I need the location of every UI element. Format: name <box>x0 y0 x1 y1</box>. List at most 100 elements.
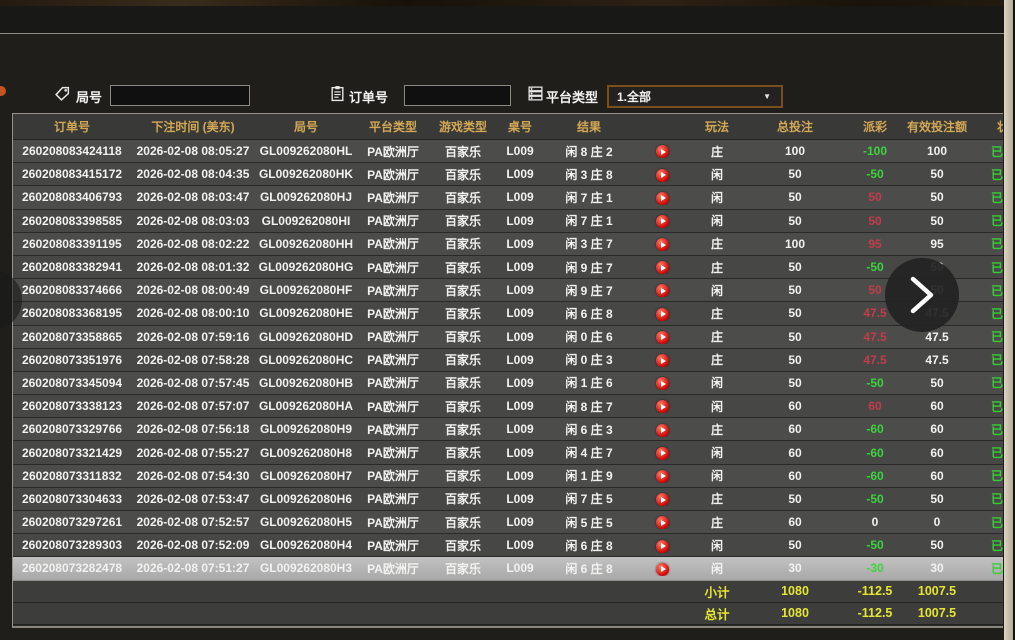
valid-cell: 60 <box>905 446 969 460</box>
column-header-total: 总投注 <box>745 118 845 135</box>
round-cell: GL009262080HK <box>255 167 357 181</box>
table-row[interactable]: 2602080733046332026-02-08 07:53:47GL0092… <box>13 488 1003 511</box>
result-cell: 闲 8 庄 7 <box>543 398 635 415</box>
play-video-icon[interactable] <box>656 400 669 413</box>
valid-cell: 30 <box>905 561 969 575</box>
game-cell: 百家乐 <box>429 421 497 438</box>
order-cell: 260208073321429 <box>13 446 131 460</box>
table-row[interactable]: 2602080732972612026-02-08 07:52:57GL0092… <box>13 511 1003 534</box>
table-row[interactable]: 2602080834151722026-02-08 08:04:35GL0092… <box>13 163 1003 186</box>
payout-cell: -50 <box>845 167 905 181</box>
bet-records-table: 订单号下注时间 (美东)局号平台类型游戏类型桌号结果玩法总投注派彩有效投注额状态… <box>12 113 1003 628</box>
play-video-icon[interactable] <box>656 354 669 367</box>
play-cell: 庄 <box>689 351 745 368</box>
table-cell: L009 <box>497 330 543 344</box>
round-cell: GL009262080HF <box>255 283 357 297</box>
play-video-icon[interactable] <box>656 238 669 251</box>
play-video-icon[interactable] <box>656 377 669 390</box>
replay-cell <box>635 283 689 298</box>
round-cell: GL009262080HD <box>255 330 357 344</box>
order-cell: 260208073297261 <box>13 515 131 529</box>
payout-cell: 50 <box>845 214 905 228</box>
play-video-icon[interactable] <box>656 169 669 182</box>
result-cell: 闲 1 庄 9 <box>543 467 635 484</box>
play-video-icon[interactable] <box>656 331 669 344</box>
platform-type-value: 1.全部 <box>617 88 651 105</box>
column-header-result: 结果 <box>543 118 635 135</box>
payout-cell: 60 <box>845 399 905 413</box>
total-cell: 50 <box>745 167 845 181</box>
table-row[interactable]: 2602080733588652026-02-08 07:59:16GL0092… <box>13 326 1003 349</box>
play-video-icon[interactable] <box>656 470 669 483</box>
result-cell: 闲 9 庄 7 <box>543 282 635 299</box>
time-cell: 2026-02-08 08:00:49 <box>131 283 255 297</box>
order-no-input[interactable] <box>404 85 511 106</box>
table-row[interactable]: 2602080732893032026-02-08 07:52:09GL0092… <box>13 534 1003 557</box>
table-row[interactable]: 2602080733297662026-02-08 07:56:18GL0092… <box>13 418 1003 441</box>
payout-cell: 95 <box>845 237 905 251</box>
table-row[interactable]: 2602080733214292026-02-08 07:55:27GL0092… <box>13 441 1003 464</box>
platform-type-select[interactable]: 1.全部 ▼ <box>607 85 783 108</box>
play-video-icon[interactable] <box>656 493 669 506</box>
subtotal-payout: -112.5 <box>845 584 905 598</box>
table-row[interactable]: 2602080732824782026-02-08 07:51:27GL0092… <box>13 557 1003 580</box>
replay-cell <box>635 422 689 437</box>
play-video-icon[interactable] <box>656 424 669 437</box>
replay-cell <box>635 376 689 391</box>
table-row[interactable]: 2602080733450942026-02-08 07:57:45GL0092… <box>13 372 1003 395</box>
order-cell: 260208073351976 <box>13 353 131 367</box>
table-row[interactable]: 2602080833681952026-02-08 08:00:10GL0092… <box>13 302 1003 325</box>
play-video-icon[interactable] <box>656 145 669 158</box>
table-row[interactable]: 2602080833829412026-02-08 08:01:32GL0092… <box>13 256 1003 279</box>
table-row[interactable]: 2602080733381232026-02-08 07:57:07GL0092… <box>13 395 1003 418</box>
play-video-icon[interactable] <box>656 447 669 460</box>
game-cell: 百家乐 <box>429 490 497 507</box>
table-row[interactable]: 2602080833911952026-02-08 08:02:22GL0092… <box>13 233 1003 256</box>
game-cell: 百家乐 <box>429 189 497 206</box>
play-video-icon[interactable] <box>656 516 669 529</box>
result-cell: 闲 9 庄 7 <box>543 259 635 276</box>
table-row[interactable]: 2602080733519762026-02-08 07:58:28GL0092… <box>13 349 1003 372</box>
chevron-right-icon <box>909 275 935 315</box>
play-cell: 庄 <box>689 143 745 160</box>
table-row[interactable]: 2602080833985852026-02-08 08:03:03GL0092… <box>13 210 1003 233</box>
scroll-right-button[interactable] <box>885 258 959 332</box>
play-video-icon[interactable] <box>656 540 669 553</box>
replay-cell <box>635 561 689 576</box>
status-cell: 已派彩 <box>969 490 1003 507</box>
table-row[interactable]: 2602080834241182026-02-08 08:05:27GL0092… <box>13 140 1003 163</box>
game-cell: 百家乐 <box>429 305 497 322</box>
payout-cell: -50 <box>845 538 905 552</box>
table-row[interactable]: 2602080733118322026-02-08 07:54:30GL0092… <box>13 465 1003 488</box>
order-cell: 260208083391195 <box>13 237 131 251</box>
round-no-input[interactable] <box>110 85 250 106</box>
platform-cell: PA欧洲厅 <box>357 444 429 461</box>
table-cell: L009 <box>497 260 543 274</box>
right-edge-scrollbar[interactable] <box>1004 0 1013 640</box>
play-video-icon[interactable] <box>656 563 669 576</box>
game-cell: 百家乐 <box>429 444 497 461</box>
table-row[interactable]: 2602080834067932026-02-08 08:03:47GL0092… <box>13 186 1003 209</box>
replay-cell <box>635 213 689 228</box>
payout-cell: -50 <box>845 376 905 390</box>
status-cell: 已派彩 <box>969 467 1003 484</box>
platform-cell: PA欧洲厅 <box>357 305 429 322</box>
play-video-icon[interactable] <box>656 192 669 205</box>
valid-cell: 47.5 <box>905 353 969 367</box>
valid-cell: 0 <box>905 515 969 529</box>
chevron-down-icon: ▼ <box>763 92 771 101</box>
play-video-icon[interactable] <box>656 261 669 274</box>
play-video-icon[interactable] <box>656 215 669 228</box>
order-cell: 260208073304633 <box>13 492 131 506</box>
column-header-status: 状态 <box>969 118 1003 135</box>
play-cell: 闲 <box>689 444 745 461</box>
time-cell: 2026-02-08 07:59:16 <box>131 330 255 344</box>
platform-cell: PA欧洲厅 <box>357 467 429 484</box>
table-row[interactable]: 2602080833746662026-02-08 08:00:49GL0092… <box>13 279 1003 302</box>
valid-cell: 60 <box>905 469 969 483</box>
play-video-icon[interactable] <box>656 308 669 321</box>
result-cell: 闲 3 庄 8 <box>543 166 635 183</box>
play-video-icon[interactable] <box>656 284 669 297</box>
subtotal-row: 小计1080-112.51007.5 <box>13 581 1003 603</box>
round-cell: GL009262080HJ <box>255 190 357 204</box>
